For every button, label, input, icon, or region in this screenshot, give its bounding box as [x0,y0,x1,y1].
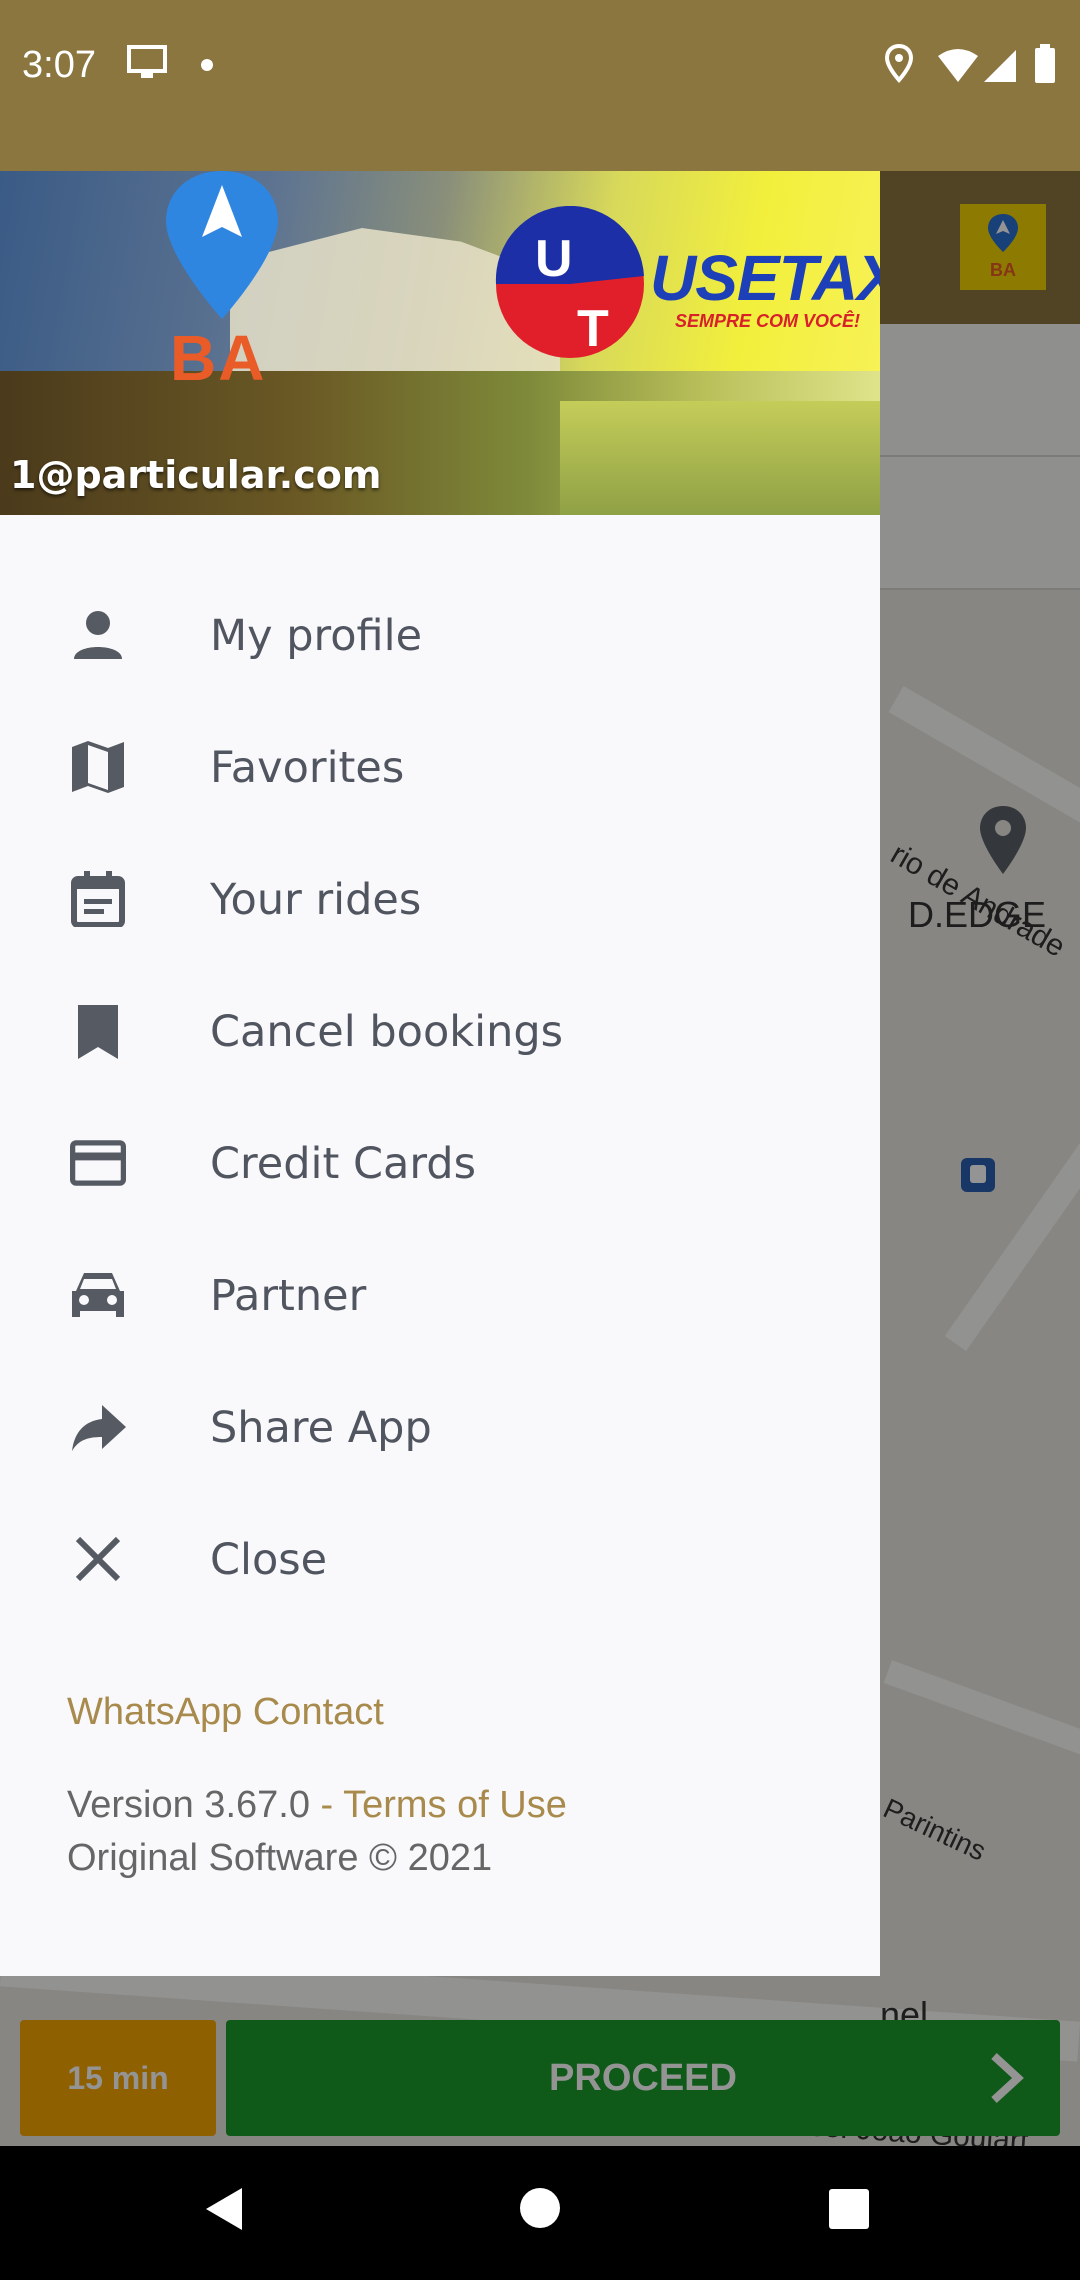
menu-item-label: Credit Cards [210,1139,476,1189]
terms-of-use-link[interactable]: Terms of Use [343,1784,567,1826]
header-sea-image [560,401,880,515]
map-icon [70,739,126,795]
system-nav-bar [0,2146,1080,2280]
menu-item-my-profile[interactable]: My profile [0,569,880,701]
credit-card-icon [70,1135,126,1191]
user-email: 1@particular.com [10,453,382,497]
close-icon [70,1531,126,1587]
menu-item-favorites[interactable]: Favorites [0,701,880,833]
share-icon [70,1399,126,1455]
menu-item-label: Close [210,1535,328,1585]
menu-item-label: My profile [210,611,423,661]
status-time: 3:07 [22,44,96,86]
version-label: Version 3.67.0 [67,1784,310,1826]
calendar-icon [70,871,126,928]
brand-tagline-label: SEMPRE COM VOCÊ! [675,311,861,331]
menu-item-credit-cards[interactable]: Credit Cards [0,1097,880,1229]
menu-item-label: Your rides [210,875,422,925]
recents-button[interactable] [828,2188,870,2235]
person-icon [70,607,126,663]
menu-item-cancel-bookings[interactable]: Cancel bookings [0,965,880,1097]
battery-icon [1034,44,1056,89]
version-info: Version 3.67.0 - Terms of Use [67,1784,567,1827]
menu-item-label: Partner [210,1271,367,1321]
location-icon [884,43,914,89]
menu-item-partner[interactable]: Partner [0,1229,880,1361]
navigation-drawer: BA U T USETAXI SEMPRE COM VOCÊ! 1@partic… [0,171,880,1976]
ba-pin-logo-icon [160,171,284,326]
usetaxi-logo-icon: U T [495,205,645,366]
notification-dot-icon [200,58,214,77]
brand-name-label: USETAXI [650,242,880,314]
wifi-icon [936,48,980,89]
back-button[interactable] [204,2186,244,2237]
menu-item-label: Favorites [210,743,405,793]
menu-item-label: Share App [210,1403,432,1453]
terms-separator: - [309,1784,344,1826]
menu-item-label: Cancel bookings [210,1007,564,1057]
bookmark-icon [70,1003,126,1059]
screen-cast-icon [126,44,168,87]
usetaxi-logo-letter-u: U [535,230,573,288]
menu-item-close[interactable]: Close [0,1493,880,1625]
drawer-header: BA U T USETAXI SEMPRE COM VOCÊ! 1@partic… [0,171,880,515]
car-icon [70,1267,126,1323]
home-button[interactable] [518,2186,562,2235]
brand-region-label: BA [170,322,267,394]
copyright-label: Original Software © 2021 [67,1837,493,1879]
drawer-menu: My profile Favorites Your rides Cancel b… [0,569,880,1625]
whatsapp-contact-link[interactable]: WhatsApp Contact [67,1691,384,1734]
usetaxi-logo-letter-t: T [577,300,609,358]
cell-signal-icon [982,48,1018,89]
status-bar: 3:07 [0,0,1080,171]
menu-item-share-app[interactable]: Share App [0,1361,880,1493]
menu-item-your-rides[interactable]: Your rides [0,833,880,965]
